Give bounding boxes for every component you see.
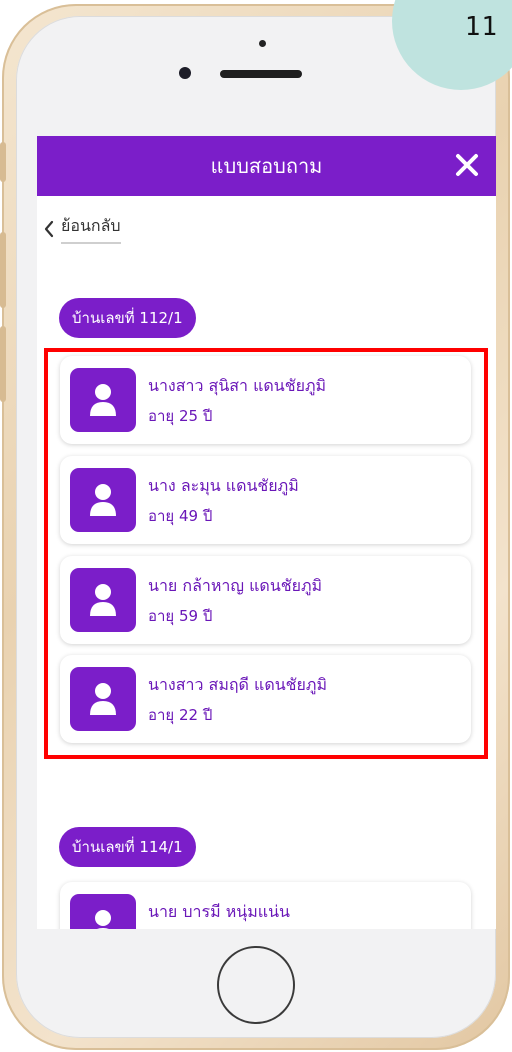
member-age: อายุ 59 ปี — [148, 607, 213, 625]
member-age: อายุ 49 ปี — [148, 507, 213, 525]
page-title: แบบสอบถาม — [210, 154, 323, 178]
member-card[interactable]: นางสาว สุนิสา แดนชัยภูมิ อายุ 25 ปี — [60, 356, 471, 444]
person-icon — [90, 584, 116, 616]
member-card[interactable]: นาย บารมี หนุ่มแน่น — [60, 882, 471, 929]
close-icon[interactable] — [452, 150, 482, 180]
back-link[interactable]: ย้อนกลับ — [43, 214, 121, 244]
front-camera — [179, 67, 191, 79]
mute-switch — [0, 142, 6, 182]
volume-down-button — [0, 326, 6, 402]
person-icon — [90, 384, 116, 416]
earpiece-speaker — [220, 70, 302, 78]
home-button[interactable] — [217, 946, 295, 1024]
member-card[interactable]: นาง ละมุน แดนชัยภูมิ อายุ 49 ปี — [60, 456, 471, 544]
step-number: 11 — [464, 12, 498, 42]
household-label: บ้านเลขที่ 114/1 — [59, 827, 196, 867]
member-name: นาย กล้าหาญ แดนชัยภูมิ — [148, 576, 323, 595]
member-name: นางสาว สมฤดี แดนชัยภูมิ — [148, 675, 327, 694]
person-icon — [90, 683, 116, 715]
app-screen: แบบสอบถาม ย้อนกลับ บ้านเลขที่ 112/1 นางส… — [37, 136, 496, 929]
avatar — [70, 894, 136, 929]
avatar — [70, 468, 136, 532]
back-label: ย้อนกลับ — [61, 214, 121, 244]
member-age: อายุ 22 ปี — [148, 706, 213, 724]
household-label: บ้านเลขที่ 112/1 — [59, 298, 196, 338]
avatar — [70, 568, 136, 632]
member-age: อายุ 25 ปี — [148, 407, 213, 425]
avatar — [70, 368, 136, 432]
member-name: นางสาว สุนิสา แดนชัยภูมิ — [148, 376, 327, 395]
app-header: แบบสอบถาม — [37, 136, 496, 196]
member-name: นาย บารมี หนุ่มแน่น — [148, 902, 290, 921]
volume-up-button — [0, 232, 6, 308]
member-card[interactable]: นางสาว สมฤดี แดนชัยภูมิ อายุ 22 ปี — [60, 655, 471, 743]
proximity-sensor — [259, 40, 266, 47]
person-icon — [95, 910, 111, 929]
member-card[interactable]: นาย กล้าหาญ แดนชัยภูมิ อายุ 59 ปี — [60, 556, 471, 644]
person-icon — [90, 484, 116, 516]
member-name: นาง ละมุน แดนชัยภูมิ — [148, 476, 299, 495]
chevron-left-icon — [44, 220, 54, 238]
avatar — [70, 667, 136, 731]
